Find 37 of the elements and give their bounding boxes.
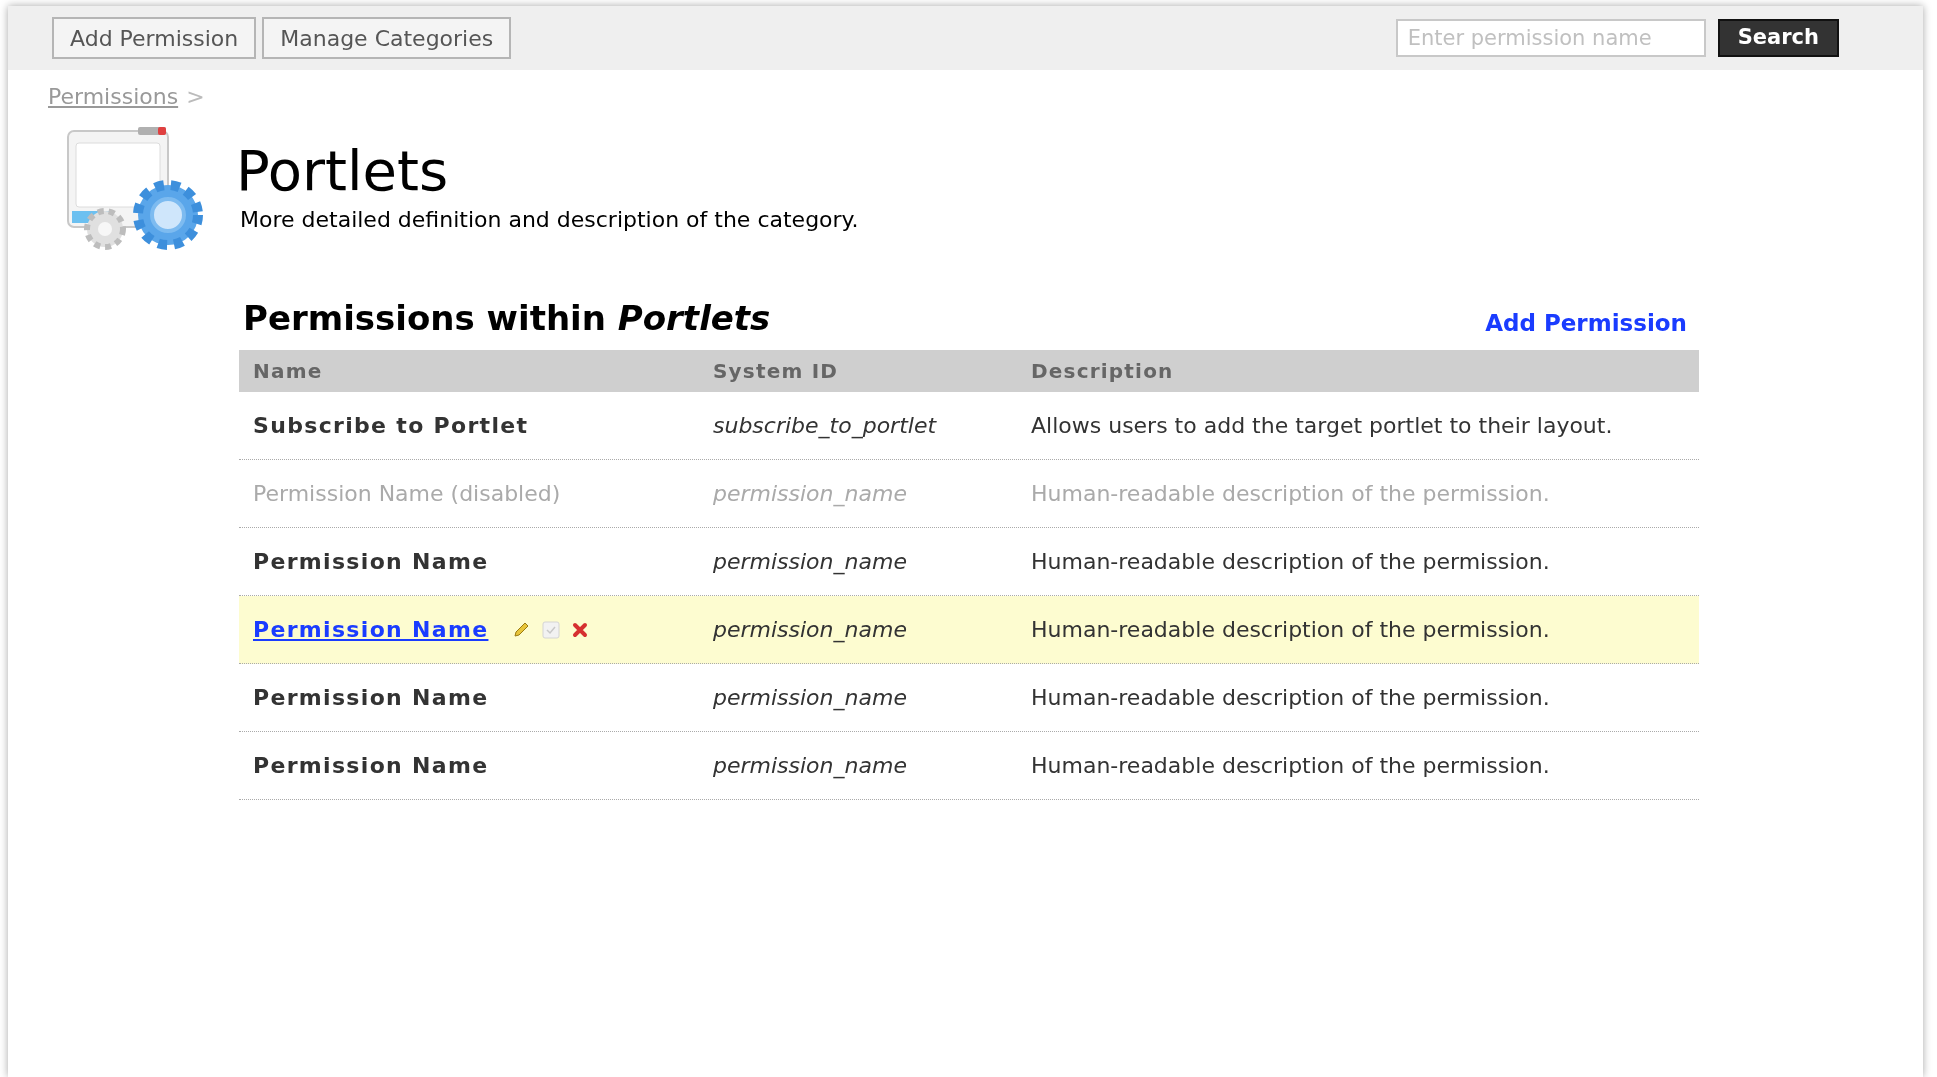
column-header: Name — [253, 358, 324, 385]
system-id: permission_name — [713, 684, 908, 713]
system-id: permission_name — [713, 752, 908, 781]
permission-description: Allows users to add the target portlet to their layout. — [1031, 412, 1614, 440]
permission-description: Human-readable description of the permission. — [1031, 684, 1551, 712]
breadcrumb-separator: > — [186, 83, 205, 111]
system-id: subscribe_to_portlet — [713, 412, 938, 441]
permission-name: Subscribe to Portlet — [253, 412, 529, 440]
permission-description: Human-readable description of the permission. — [1031, 752, 1551, 780]
permission-name: Permission Name — [253, 752, 489, 780]
delete-icon[interactable] — [572, 621, 589, 638]
search-field[interactable]: Enter permission name — [1395, 19, 1706, 57]
system-id: permission_name — [713, 616, 908, 645]
table-row[interactable]: Permission Name permission_name Human-readable description of the permission. — [239, 596, 1699, 664]
toolbar-button[interactable]: Add Permission — [52, 17, 257, 59]
table-row[interactable]: Subscribe to Portlet subscribe_to_portlet Allows users to add the target portlet to their layout. — [239, 392, 1699, 460]
permission-link[interactable]: Permission Name — [253, 613, 489, 646]
column-header: System ID — [713, 358, 840, 385]
category-title: Portlets — [236, 139, 450, 203]
permission-name: Permission Name — [253, 548, 489, 576]
system-id: permission_name — [713, 480, 908, 509]
permission-description: Human-readable description of the permission. — [1031, 480, 1551, 508]
permission-description: Human-readable description of the permission. — [1031, 616, 1551, 644]
permission-name: Permission Name (disabled) — [253, 480, 561, 508]
system-id: permission_name — [713, 548, 908, 577]
column-header: Description — [1031, 358, 1175, 385]
search-button[interactable]: Search — [1717, 19, 1839, 57]
permission-description: Human-readable description of the permission. — [1031, 548, 1551, 576]
toolbar-button[interactable]: Manage Categories — [262, 17, 512, 59]
table-row[interactable]: Permission Name permission_name Human-readable description of the permission. — [239, 732, 1699, 800]
checkbox-icon[interactable] — [542, 620, 561, 639]
table-row[interactable]: Permission Name permission_name Human-readable description of the permission. — [239, 664, 1699, 732]
pencil-icon[interactable] — [512, 620, 531, 639]
add-permission-link[interactable]: Add Permission — [1485, 305, 1687, 340]
category-description: More detailed definition and description of the category. — [240, 206, 859, 234]
permission-name: Permission Name — [253, 684, 489, 712]
section-title: Permissions within Portlets — [243, 297, 771, 340]
